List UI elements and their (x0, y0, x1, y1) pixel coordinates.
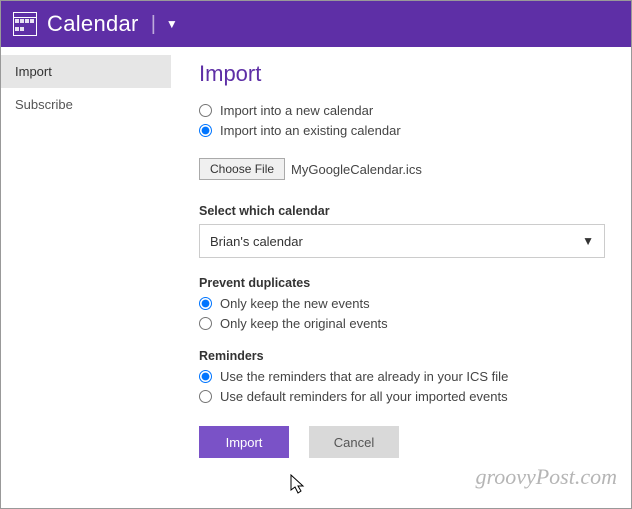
prevent-duplicates-label: Prevent duplicates (199, 276, 605, 290)
radio-reminders-ics[interactable] (199, 370, 212, 383)
chosen-file-name: MyGoogleCalendar.ics (291, 162, 422, 177)
app-header: Calendar | ▼ (1, 1, 631, 47)
radio-reminders-default[interactable] (199, 390, 212, 403)
reminders-option-default[interactable]: Use default reminders for all your impor… (199, 389, 605, 404)
radio-keep-original[interactable] (199, 317, 212, 330)
calendar-select-value: Brian's calendar (210, 234, 303, 249)
sidebar-item-label: Import (15, 64, 52, 79)
page-heading: Import (199, 61, 605, 87)
app-title: Calendar (47, 11, 139, 37)
reminders-option-ics[interactable]: Use the reminders that are already in yo… (199, 369, 605, 384)
sidebar-item-subscribe[interactable]: Subscribe (1, 88, 171, 121)
content-area: Import Subscribe Import Import into a ne… (1, 47, 631, 508)
radio-new-calendar[interactable] (199, 104, 212, 117)
button-row: Import Cancel (199, 426, 605, 458)
radio-label: Use the reminders that are already in yo… (220, 369, 508, 384)
sidebar: Import Subscribe (1, 47, 171, 508)
radio-label: Only keep the original events (220, 316, 388, 331)
radio-label: Use default reminders for all your impor… (220, 389, 508, 404)
radio-label: Only keep the new events (220, 296, 370, 311)
chevron-down-icon: ▼ (582, 234, 594, 248)
sidebar-item-import[interactable]: Import (1, 55, 171, 88)
import-mode-option-existing[interactable]: Import into an existing calendar (199, 123, 605, 138)
radio-label: Import into a new calendar (220, 103, 373, 118)
calendar-icon (13, 12, 37, 36)
radio-existing-calendar[interactable] (199, 124, 212, 137)
main-panel: Import Import into a new calendar Import… (171, 47, 631, 508)
radio-keep-new[interactable] (199, 297, 212, 310)
sidebar-item-label: Subscribe (15, 97, 73, 112)
import-mode-option-new[interactable]: Import into a new calendar (199, 103, 605, 118)
select-calendar-label: Select which calendar (199, 204, 605, 218)
choose-file-button[interactable]: Choose File (199, 158, 285, 180)
dup-option-original[interactable]: Only keep the original events (199, 316, 605, 331)
header-divider: | (151, 13, 156, 36)
file-chooser-row: Choose File MyGoogleCalendar.ics (199, 158, 605, 180)
cancel-button[interactable]: Cancel (309, 426, 399, 458)
dropdown-chevron-icon[interactable]: ▼ (166, 17, 178, 31)
radio-label: Import into an existing calendar (220, 123, 401, 138)
import-button[interactable]: Import (199, 426, 289, 458)
dup-option-new[interactable]: Only keep the new events (199, 296, 605, 311)
calendar-select[interactable]: Brian's calendar ▼ (199, 224, 605, 258)
reminders-label: Reminders (199, 349, 605, 363)
